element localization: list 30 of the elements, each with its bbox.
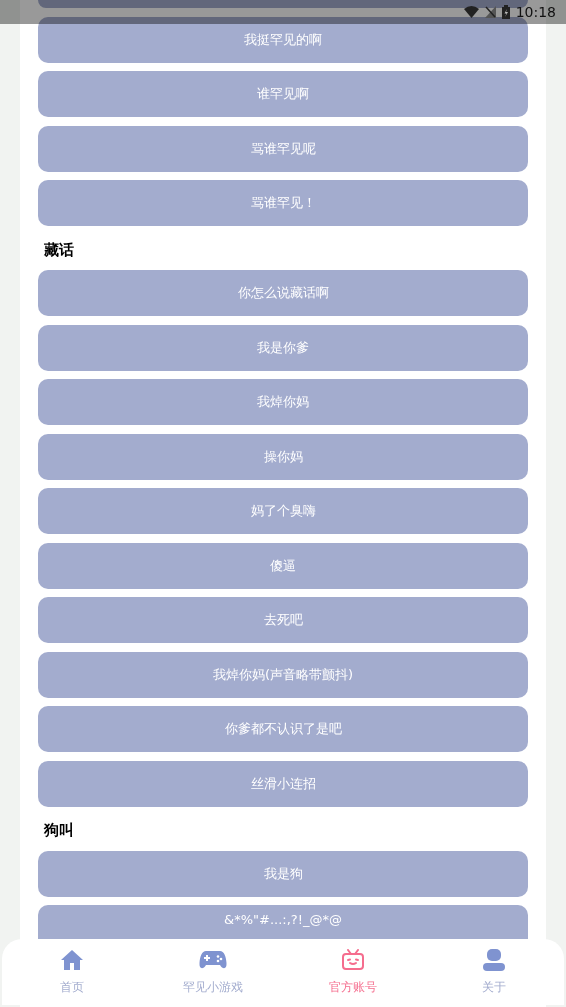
- no-signal-icon: [484, 6, 496, 18]
- sound-button[interactable]: 骂谁罕见呢: [38, 125, 528, 172]
- sound-button[interactable]: 我焯你妈(声音略带颤抖): [38, 651, 528, 698]
- sound-button[interactable]: 骂谁罕见！: [38, 180, 528, 226]
- nav-tab[interactable]: 首页: [2, 939, 143, 1005]
- sound-button[interactable]: 你爹都不认识了是吧: [38, 706, 528, 752]
- sound-button[interactable]: 操你妈: [38, 433, 528, 480]
- sound-button[interactable]: 我是你爹: [38, 324, 528, 371]
- section-heading: 藏话: [43, 239, 75, 261]
- sound-button[interactable]: 傻逼: [38, 542, 528, 589]
- home-icon: [60, 949, 85, 971]
- nav-tab[interactable]: 关于: [423, 939, 564, 1005]
- sound-button[interactable]: 你怎么说藏话啊: [38, 270, 528, 316]
- sound-button[interactable]: 丝滑小连招: [38, 760, 528, 807]
- sound-button[interactable]: 我挺罕见的啊: [38, 16, 528, 63]
- section-heading: 狗叫: [43, 820, 75, 841]
- nav-tab[interactable]: 官方账号: [283, 939, 424, 1005]
- gamepad-icon: [198, 950, 227, 970]
- sound-button[interactable]: 谁罕见啊: [38, 71, 528, 117]
- sound-button[interactable]: 我是狗: [38, 850, 528, 897]
- sound-button[interactable]: 妈了个臭嗨: [38, 488, 528, 534]
- sound-button[interactable]: 我焯你妈: [38, 379, 528, 425]
- user-icon: [481, 948, 506, 972]
- wifi-icon: [463, 6, 479, 18]
- sound-button[interactable]: [38, 0, 528, 8]
- battery-icon: [501, 5, 510, 19]
- sound-button[interactable]: &*%"#...:,?!_@*@: [38, 905, 528, 940]
- sound-button[interactable]: 去死吧: [38, 597, 528, 643]
- nav-tab[interactable]: 罕见小游戏: [142, 939, 283, 1005]
- tv-icon: [341, 949, 366, 971]
